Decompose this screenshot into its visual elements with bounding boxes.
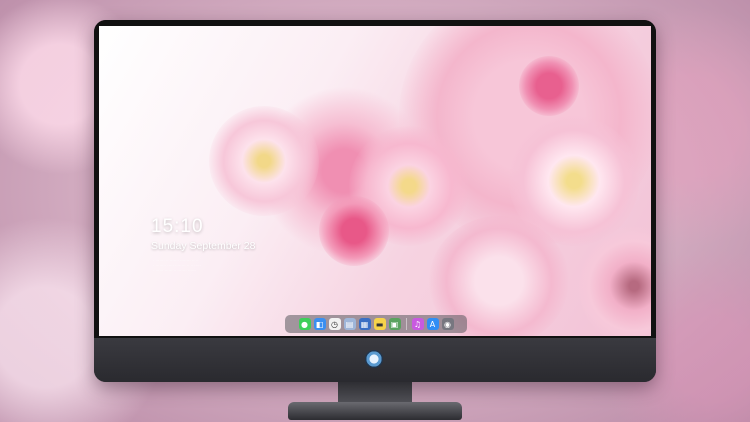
dock-separator <box>405 318 407 330</box>
camera-icon[interactable]: ◉ <box>441 318 454 330</box>
music-icon[interactable]: ♫ <box>411 318 424 330</box>
brand-logo-icon <box>365 350 383 368</box>
lock-info-text: · ······· ·· ······· ········ ·· ·· · ··… <box>153 258 201 273</box>
monitor-chin <box>94 338 656 382</box>
blossom <box>209 106 319 216</box>
dock: ● ◧ ◷ ▤ ▦ ▬ ▣ ♫ A ◉ <box>285 315 467 333</box>
lock-date: Sunday September 28 <box>151 240 256 252</box>
monitor: 15:10 Sunday September 28 · ······· ·· ·… <box>94 20 656 382</box>
preview-icon[interactable]: ▤ <box>343 318 356 330</box>
blossom <box>519 56 579 116</box>
photos-icon[interactable]: ▣ <box>388 318 401 330</box>
finder-icon[interactable]: ◧ <box>313 318 326 330</box>
lock-screen[interactable]: 15:10 Sunday September 28 · ······· ·· ·… <box>99 26 651 336</box>
app-store-icon[interactable]: A <box>426 318 439 330</box>
notes-icon[interactable]: ▬ <box>373 318 386 330</box>
monitor-stand-base <box>288 402 462 420</box>
info-line: · ······ ······ ·· ······· ······ <box>153 268 196 273</box>
messages-icon[interactable]: ● <box>298 318 311 330</box>
blossom <box>319 196 389 266</box>
clock-icon[interactable]: ◷ <box>328 318 341 330</box>
clapper-icon[interactable]: ▦ <box>358 318 371 330</box>
monitor-bezel: 15:10 Sunday September 28 · ······· ·· ·… <box>94 20 656 338</box>
lock-time: 15:10 <box>151 216 204 237</box>
